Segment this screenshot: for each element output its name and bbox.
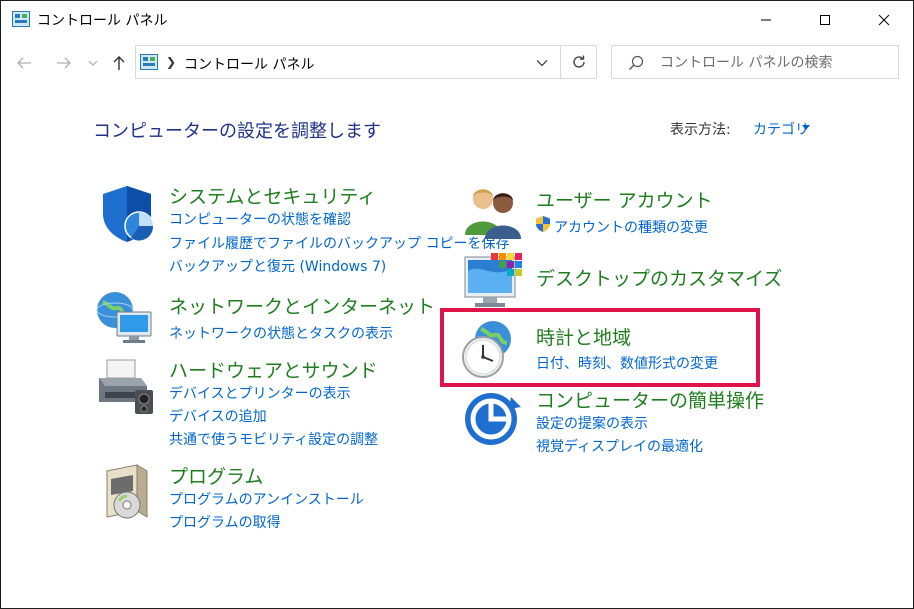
address-bar[interactable]: ❯ コントロール パネル (135, 45, 597, 79)
minimize-icon (761, 19, 771, 21)
desktop-personalization-icon[interactable] (461, 249, 525, 313)
link-check-computer-status[interactable]: コンピューターの状態を確認 (169, 209, 351, 229)
security-shield-icon[interactable] (95, 182, 159, 246)
chevron-down-icon (536, 60, 548, 67)
category-hardware-sound[interactable]: ハードウェアとサウンド (169, 356, 378, 383)
breadcrumb[interactable]: コントロール パネル (184, 54, 314, 74)
link-optimize-visual-display[interactable]: 視覚ディスプレイの最適化 (536, 436, 703, 456)
link-add-device[interactable]: デバイスの追加 (169, 406, 267, 426)
maximize-button[interactable] (802, 1, 848, 39)
view-by-label: 表示方法: (670, 122, 731, 138)
title-bar[interactable]: コントロール パネル (1, 1, 913, 39)
search-box[interactable] (611, 45, 899, 79)
uac-shield-icon (536, 216, 550, 232)
link-change-account-type[interactable]: アカウントの種類の変更 (554, 217, 708, 237)
search-icon (629, 55, 644, 70)
close-button[interactable] (861, 1, 907, 39)
address-divider (560, 46, 561, 78)
ease-of-access-icon[interactable] (461, 387, 525, 451)
link-mobility-settings[interactable]: 共通で使うモビリティ設定の調整 (169, 429, 378, 449)
minimize-button[interactable] (743, 1, 789, 39)
category-system-security[interactable]: システムとセキュリティ (169, 182, 376, 209)
link-file-history-backup[interactable]: ファイル履歴でファイルのバックアップ コピーを保存 (169, 233, 509, 253)
network-globe-icon[interactable] (93, 288, 157, 352)
category-network-internet[interactable]: ネットワークとインターネット (169, 292, 435, 319)
highlight-box (440, 308, 760, 387)
page-title: コンピューターの設定を調整します (93, 121, 381, 142)
refresh-button[interactable] (568, 52, 590, 72)
close-icon (878, 14, 890, 26)
refresh-icon (573, 55, 585, 68)
printer-icon[interactable] (95, 356, 159, 420)
breadcrumb-separator-icon[interactable]: ❯ (166, 55, 176, 69)
link-devices-printers[interactable]: デバイスとプリンターの表示 (169, 383, 351, 403)
category-programs[interactable]: プログラム (169, 462, 263, 489)
category-ease-of-access[interactable]: コンピューターの簡単操作 (536, 386, 764, 413)
maximize-icon (820, 15, 830, 25)
search-input[interactable] (660, 53, 890, 73)
category-desktop-customize[interactable]: デスクトップのカスタマイズ (536, 264, 782, 291)
link-uninstall-program[interactable]: プログラムのアンインストール (169, 489, 364, 509)
control-panel-window: コントロール パネル ❯ コントロール パネル コントロール パネルの検索 コン… (0, 0, 914, 609)
caret-down-icon[interactable] (802, 125, 810, 130)
chevron-down-icon (88, 60, 98, 66)
link-network-status[interactable]: ネットワークの状態とタスクの表示 (169, 323, 393, 343)
link-get-programs[interactable]: プログラムの取得 (169, 512, 281, 532)
category-user-accounts[interactable]: ユーザー アカウント (536, 186, 713, 213)
link-backup-restore[interactable]: バックアップと復元 (Windows 7) (169, 256, 386, 276)
navigation-bar: ❯ コントロール パネル (1, 39, 913, 87)
window-title: コントロール パネル (37, 13, 168, 29)
arrow-left-icon (17, 57, 31, 69)
view-by-dropdown[interactable]: カテゴリ (753, 119, 809, 139)
user-accounts-icon[interactable] (461, 181, 525, 245)
recent-locations-button[interactable] (86, 51, 100, 75)
control-panel-icon (140, 54, 158, 70)
programs-box-icon[interactable] (97, 461, 161, 525)
address-dropdown-button[interactable] (532, 54, 552, 72)
arrow-up-icon (113, 56, 125, 70)
control-panel-icon (12, 11, 30, 27)
link-settings-suggestions[interactable]: 設定の提案の表示 (536, 413, 648, 433)
arrow-right-icon (57, 57, 71, 69)
back-button[interactable] (13, 51, 35, 75)
up-button[interactable] (108, 51, 130, 75)
forward-button[interactable] (53, 51, 75, 75)
